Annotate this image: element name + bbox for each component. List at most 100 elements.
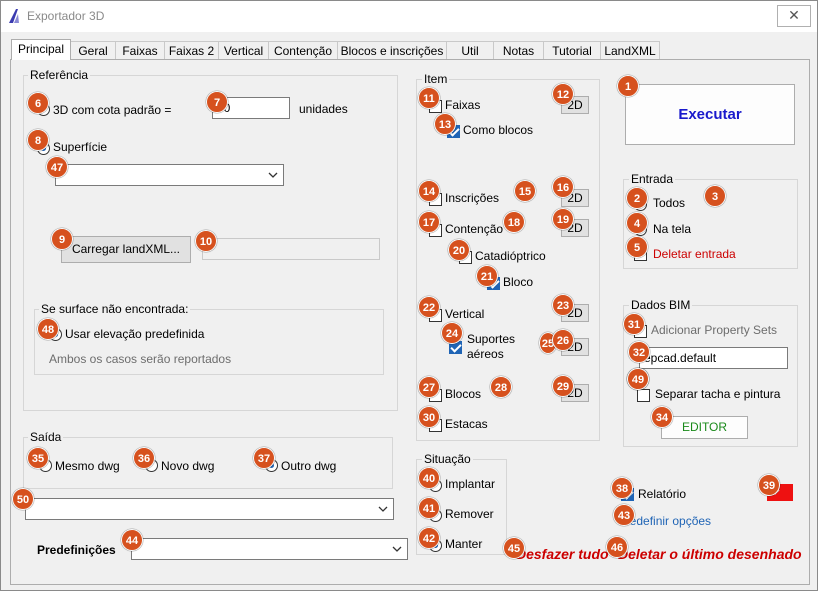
title-bar: Exportador 3D ✕ (1, 1, 817, 32)
number-badge: 29 (552, 375, 574, 397)
number-badge: 10 (195, 230, 217, 252)
tab-label: Faixas (122, 44, 158, 58)
number-badge: 31 (623, 313, 645, 335)
number-badge: 49 (627, 368, 649, 390)
label-blocos: Blocos (445, 387, 482, 401)
label-separar-tacha: Separar tacha e pintura (655, 387, 781, 401)
label-adicionar-psets: Adicionar Property Sets (651, 323, 778, 337)
saida-path-combo[interactable] (25, 498, 394, 520)
chevron-down-icon (268, 172, 278, 178)
tab-label: Blocos e inscrições (340, 44, 444, 58)
tab-label: Vertical (223, 44, 264, 58)
number-badge: 47 (46, 156, 68, 178)
number-badge: 38 (611, 477, 633, 499)
executar-button[interactable]: Executar (625, 84, 795, 145)
not-found-label: Se surface não encontrada: (39, 302, 191, 316)
tab-label: Notas (502, 44, 535, 58)
number-badge: 24 (441, 322, 463, 344)
close-button[interactable]: ✕ (777, 5, 811, 27)
label-3d-cota: 3D com cota padrão = (53, 103, 172, 117)
number-badge: 7 (206, 91, 228, 113)
label-todos: Todos (653, 196, 686, 210)
number-badge: 9 (51, 228, 73, 250)
tab-blocos-inscricoes[interactable]: Blocos e inscrições (337, 41, 447, 59)
tab-label: Contenção (273, 44, 333, 58)
tab-faixas-2[interactable]: Faixas 2 (164, 41, 219, 59)
label-estacas: Estacas (445, 417, 488, 431)
tab-landxml[interactable]: LandXML (600, 41, 660, 59)
tab-contencao[interactable]: Contenção (268, 41, 338, 59)
saida-label: Saída (28, 430, 64, 444)
app-logo-icon (9, 9, 19, 23)
window-title: Exportador 3D (27, 9, 105, 23)
label-relatorio: Relatório (638, 487, 687, 501)
predefinicoes-label: Predefinições (37, 543, 116, 557)
tab-vertical[interactable]: Vertical (218, 41, 269, 59)
tab-label: Principal (17, 42, 65, 56)
tab-faixas[interactable]: Faixas (115, 41, 165, 59)
tab-notas[interactable]: Notas (493, 41, 544, 59)
number-badge: 19 (552, 208, 574, 230)
label-novo-dwg: Novo dwg (161, 459, 215, 473)
carregar-landxml-button[interactable]: Carregar landXML... (61, 236, 191, 263)
number-badge: 30 (418, 406, 440, 428)
label-suportes-line2: aéreos (467, 347, 504, 361)
label-suportes-line1: Suportes (467, 332, 516, 346)
pset-input[interactable]: epcad.default (639, 347, 788, 369)
situacao-label: Situação (422, 452, 473, 466)
number-badge: 11 (418, 87, 440, 109)
landxml-path-field (202, 238, 380, 260)
number-badge: 13 (434, 113, 456, 135)
number-badge: 27 (418, 376, 440, 398)
number-badge: 48 (37, 318, 59, 340)
label-na-tela: Na tela (653, 222, 692, 236)
number-badge: 50 (12, 488, 34, 510)
superficie-combo[interactable] (55, 164, 284, 186)
label-implantar: Implantar (445, 477, 496, 491)
label-outro-dwg: Outro dwg (281, 459, 337, 473)
tab-util[interactable]: Util (446, 41, 494, 59)
tab-principal[interactable]: Principal (11, 39, 71, 60)
tab-label: Faixas 2 (168, 44, 215, 58)
number-badge: 20 (448, 239, 470, 261)
number-badge: 28 (490, 376, 512, 398)
tab-tutorial[interactable]: Tutorial (543, 41, 601, 59)
ambos-note: Ambos os casos serão reportados (49, 352, 232, 366)
number-badge: 18 (503, 211, 525, 233)
deletar-ultimo-link[interactable]: Deletar o último desenhado (618, 546, 802, 562)
number-badge: 15 (514, 180, 536, 202)
desfazer-tudo-link[interactable]: Desfazer tudo (516, 546, 609, 562)
number-badge: 26 (552, 329, 574, 351)
dados-bim-label: Dados BIM (629, 298, 693, 312)
label-faixas: Faixas (445, 98, 481, 112)
editor-button[interactable]: EDITOR (661, 416, 748, 439)
label-manter: Manter (445, 537, 483, 551)
tab-label: Util (461, 44, 479, 58)
label-deletar-entrada: Deletar entrada (653, 247, 736, 261)
number-badge: 12 (552, 83, 574, 105)
number-badge: 1 (617, 75, 639, 97)
tab-geral[interactable]: Geral (70, 41, 116, 59)
number-badge: 45 (503, 537, 525, 559)
number-badge: 39 (758, 474, 780, 496)
number-badge: 34 (651, 406, 673, 428)
predefinicoes-combo[interactable] (131, 538, 408, 560)
check-separar-tacha[interactable] (637, 389, 650, 402)
number-badge: 42 (418, 527, 440, 549)
number-badge: 6 (27, 92, 49, 114)
tab-label: LandXML (604, 44, 656, 58)
number-badge: 35 (27, 447, 49, 469)
entrada-label: Entrada (629, 172, 676, 186)
item-label: Item (422, 72, 450, 86)
number-badge: 41 (418, 497, 440, 519)
label-catadioptrico: Catadióptrico (475, 249, 546, 263)
number-badge: 43 (613, 504, 635, 526)
number-badge: 23 (552, 294, 574, 316)
number-badge: 40 (418, 467, 440, 489)
label-contencao: Contenção (445, 222, 504, 236)
number-badge: 37 (253, 447, 275, 469)
unidades-label: unidades (299, 102, 348, 116)
number-badge: 44 (121, 529, 143, 551)
number-badge: 46 (606, 536, 628, 558)
number-badge: 17 (418, 211, 440, 233)
